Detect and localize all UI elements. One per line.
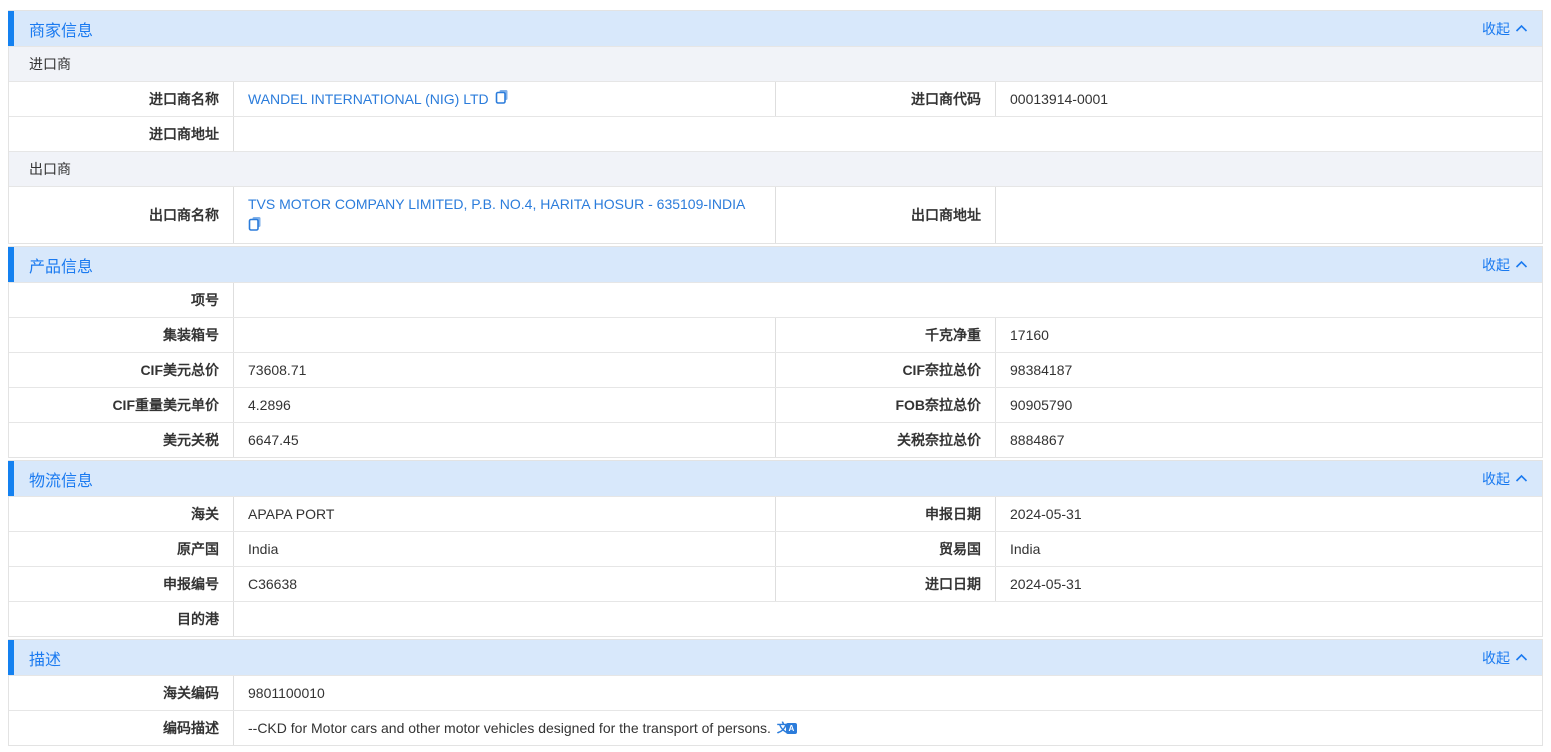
duty-naira-total-label: 关税奈拉总价 — [775, 423, 995, 457]
item-no-value — [233, 283, 1542, 317]
dest-port-row: 目的港 — [9, 601, 1542, 636]
product-section-title: 产品信息 — [29, 253, 1482, 277]
dest-port-label: 目的港 — [9, 602, 233, 636]
trade-record-detail-page: 商家信息 收起 进口商 进口商名称 WANDEL INTERNATIONAL (… — [0, 0, 1551, 752]
importer-code-value: 00013914-0001 — [995, 82, 1542, 116]
duty-naira-total-value: 8884867 — [995, 423, 1542, 457]
item-no-row: 项号 — [9, 282, 1542, 317]
usd-duty-label: 美元关税 — [9, 423, 233, 457]
cif-usd-total-label: CIF美元总价 — [9, 353, 233, 387]
fob-naira-total-value: 90905790 — [995, 388, 1542, 422]
code-desc-value: --CKD for Motor cars and other motor veh… — [248, 718, 771, 738]
logistics-section-title: 物流信息 — [29, 467, 1482, 491]
importer-name-link[interactable]: WANDEL INTERNATIONAL (NIG) LTD — [248, 89, 489, 109]
description-section-header: 描述 收起 — [9, 640, 1542, 675]
product-collapse-button[interactable]: 收起 — [1482, 255, 1528, 275]
trade-country-label: 贸易国 — [775, 532, 995, 566]
importer-name-label: 进口商名称 — [9, 82, 233, 116]
customs-label: 海关 — [9, 497, 233, 531]
cif-naira-total-value: 98384187 — [995, 353, 1542, 387]
section-logistics-info: 物流信息 收起 海关 APAPA PORT 申报日期 2024-05-31 原产… — [8, 460, 1543, 637]
importer-address-row: 进口商地址 — [9, 116, 1542, 151]
section-merchant-info: 商家信息 收起 进口商 进口商名称 WANDEL INTERNATIONAL (… — [8, 10, 1543, 244]
collapse-label: 收起 — [1482, 648, 1510, 668]
container-no-label: 集装箱号 — [9, 318, 233, 352]
importer-address-label: 进口商地址 — [9, 117, 233, 151]
exporter-group-label: 出口商 — [9, 152, 1542, 186]
trade-country-value: India — [995, 532, 1542, 566]
hs-code-value: 9801100010 — [233, 676, 1542, 710]
customs-value: APAPA PORT — [233, 497, 775, 531]
import-date-value: 2024-05-31 — [995, 567, 1542, 601]
cif-unit-price-value: 4.2896 — [233, 388, 775, 422]
declare-no-value: C36638 — [233, 567, 775, 601]
customs-declare-date-row: 海关 APAPA PORT 申报日期 2024-05-31 — [9, 496, 1542, 531]
accent-bar — [8, 247, 14, 282]
code-desc-label: 编码描述 — [9, 711, 233, 745]
declare-no-label: 申报编号 — [9, 567, 233, 601]
item-no-label: 项号 — [9, 283, 233, 317]
importer-group-row: 进口商 — [9, 46, 1542, 81]
copy-icon[interactable] — [248, 216, 761, 236]
origin-trade-country-row: 原产国 India 贸易国 India — [9, 531, 1542, 566]
cif-usd-total-value: 73608.71 — [233, 353, 775, 387]
cif-total-row: CIF美元总价 73608.71 CIF奈拉总价 98384187 — [9, 352, 1542, 387]
fob-naira-total-label: FOB奈拉总价 — [775, 388, 995, 422]
cif-naira-total-label: CIF奈拉总价 — [775, 353, 995, 387]
product-section-header: 产品信息 收起 — [9, 247, 1542, 282]
section-description: 描述 收起 海关编码 9801100010 编码描述 --CKD for Mot… — [8, 639, 1543, 746]
accent-bar — [8, 640, 14, 675]
importer-code-label: 进口商代码 — [775, 82, 995, 116]
usd-duty-value: 6647.45 — [233, 423, 775, 457]
chevron-up-icon — [1515, 260, 1528, 269]
exporter-name-row: 出口商名称 TVS MOTOR COMPANY LIMITED, P.B. NO… — [9, 186, 1542, 243]
net-weight-value: 17160 — [995, 318, 1542, 352]
exporter-address-value — [995, 187, 1542, 243]
merchant-section-title: 商家信息 — [29, 17, 1482, 41]
unit-price-fob-row: CIF重量美元单价 4.2896 FOB奈拉总价 90905790 — [9, 387, 1542, 422]
origin-country-label: 原产国 — [9, 532, 233, 566]
translate-icon[interactable]: 文A — [777, 722, 797, 734]
container-no-value — [233, 318, 775, 352]
chevron-up-icon — [1515, 653, 1528, 662]
collapse-label: 收起 — [1482, 469, 1510, 489]
merchant-collapse-button[interactable]: 收起 — [1482, 19, 1528, 39]
description-collapse-button[interactable]: 收起 — [1482, 648, 1528, 668]
importer-address-value — [233, 117, 1542, 151]
exporter-group-row: 出口商 — [9, 151, 1542, 186]
import-date-label: 进口日期 — [775, 567, 995, 601]
importer-group-label: 进口商 — [9, 47, 1542, 81]
hs-code-row: 海关编码 9801100010 — [9, 675, 1542, 710]
collapse-label: 收起 — [1482, 255, 1510, 275]
accent-bar — [8, 461, 14, 496]
copy-icon[interactable] — [495, 89, 509, 109]
description-section-title: 描述 — [29, 646, 1482, 670]
declare-date-value: 2024-05-31 — [995, 497, 1542, 531]
net-weight-label: 千克净重 — [775, 318, 995, 352]
importer-name-row: 进口商名称 WANDEL INTERNATIONAL (NIG) LTD 进口商… — [9, 81, 1542, 116]
duty-row: 美元关税 6647.45 关税奈拉总价 8884867 — [9, 422, 1542, 457]
logistics-collapse-button[interactable]: 收起 — [1482, 469, 1528, 489]
dest-port-value — [233, 602, 1542, 636]
chevron-up-icon — [1515, 474, 1528, 483]
cif-unit-price-label: CIF重量美元单价 — [9, 388, 233, 422]
logistics-section-header: 物流信息 收起 — [9, 461, 1542, 496]
exporter-address-label: 出口商地址 — [775, 187, 995, 243]
declare-date-label: 申报日期 — [775, 497, 995, 531]
container-weight-row: 集装箱号 千克净重 17160 — [9, 317, 1542, 352]
hs-code-label: 海关编码 — [9, 676, 233, 710]
section-product-info: 产品信息 收起 项号 集装箱号 千克净重 17160 CIF美元总价 73608… — [8, 246, 1543, 458]
exporter-name-label: 出口商名称 — [9, 187, 233, 243]
code-desc-row: 编码描述 --CKD for Motor cars and other moto… — [9, 710, 1542, 745]
accent-bar — [8, 11, 14, 46]
origin-country-value: India — [233, 532, 775, 566]
declare-no-import-date-row: 申报编号 C36638 进口日期 2024-05-31 — [9, 566, 1542, 601]
collapse-label: 收起 — [1482, 19, 1510, 39]
chevron-up-icon — [1515, 24, 1528, 33]
exporter-name-link[interactable]: TVS MOTOR COMPANY LIMITED, P.B. NO.4, HA… — [248, 196, 745, 212]
merchant-section-header: 商家信息 收起 — [9, 11, 1542, 46]
